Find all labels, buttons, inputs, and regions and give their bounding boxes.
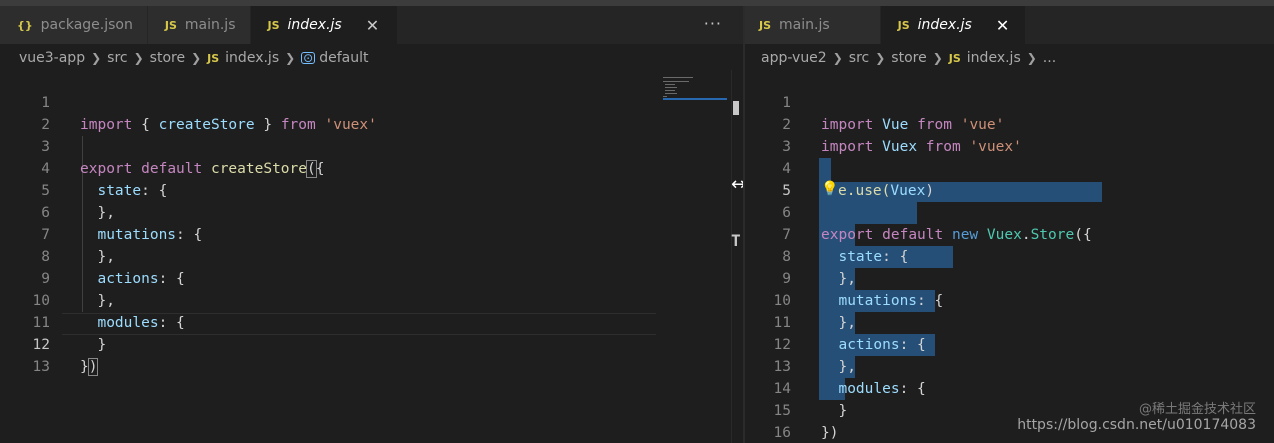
tab-label: index.js bbox=[917, 17, 972, 33]
watermark-cn: @稀土掘金技术社区 bbox=[1138, 402, 1256, 417]
tab-label: index.js bbox=[287, 17, 342, 33]
code-line: 2 bbox=[0, 92, 744, 133]
code-editor-right[interactable]: 1 import Vue from 'vue' 2 import Vuex fr… bbox=[745, 70, 1274, 443]
chevron-right-icon: ❯ bbox=[133, 51, 144, 65]
js-file-icon: JS bbox=[897, 18, 910, 32]
minimap[interactable] bbox=[663, 76, 727, 100]
code-line: 8 actions: { bbox=[0, 224, 744, 287]
breadcrumb-item[interactable]: app-vue2 bbox=[761, 50, 827, 66]
chevron-right-icon: ❯ bbox=[1026, 51, 1037, 65]
code-line: 13 modules: { bbox=[745, 334, 1274, 397]
close-icon[interactable]: ✕ bbox=[366, 16, 379, 35]
code-line: 12 }) bbox=[0, 312, 744, 376]
breadcrumb-item[interactable]: index.js bbox=[225, 50, 279, 66]
breadcrumb-item[interactable]: index.js bbox=[967, 50, 1021, 66]
tab-label: main.js bbox=[779, 17, 830, 33]
chevron-right-icon: ❯ bbox=[91, 51, 102, 65]
tab-label: package.json bbox=[40, 17, 133, 33]
code-line: 2 import Vuex from 'vuex' bbox=[745, 92, 1274, 155]
breadcrumb-item[interactable]: default bbox=[319, 50, 368, 66]
code-line: 1 import Vue from 'vue' bbox=[745, 70, 1274, 133]
tab-bar-left: {} package.json JS main.js JS index.js ✕… bbox=[0, 6, 744, 44]
code-line: 7 }, bbox=[0, 202, 744, 265]
breadcrumb-item[interactable]: store bbox=[891, 50, 926, 66]
code-line: 10 modules: { bbox=[0, 268, 744, 331]
editor-group-right: JS main.js JS index.js ✕ app-vue2 ❯ src … bbox=[745, 6, 1274, 443]
breadcrumb-item[interactable]: ... bbox=[1043, 50, 1056, 66]
code-line: 5 bbox=[745, 158, 1274, 199]
code-line: 11 } bbox=[0, 290, 744, 353]
js-file-icon: JS bbox=[759, 18, 772, 32]
code-line: 4 💡 e.use(Vuex) bbox=[745, 136, 1274, 199]
close-icon[interactable]: ✕ bbox=[996, 16, 1009, 35]
js-file-icon: JS bbox=[164, 18, 177, 32]
text-cursor-icon: T bbox=[731, 231, 741, 250]
scrollbar-thumb[interactable] bbox=[733, 101, 739, 115]
code-editor-left[interactable]: 1 import { createStore } from 'vuex' 2 3… bbox=[0, 70, 744, 443]
symbol-icon: ⊙ bbox=[301, 51, 316, 65]
code-line: 3 export default createStore({ bbox=[0, 114, 744, 178]
tab-main-js[interactable]: JS main.js bbox=[147, 6, 251, 44]
code-line: 15 }) bbox=[745, 378, 1274, 441]
tab-label: main.js bbox=[184, 17, 236, 33]
chevron-right-icon: ❯ bbox=[932, 51, 943, 65]
breadcrumb: app-vue2 ❯ src ❯ store ❯ JS index.js ❯ .… bbox=[745, 46, 1274, 70]
more-actions-icon[interactable]: ··· bbox=[704, 14, 722, 33]
tab-bar-right: JS main.js JS index.js ✕ bbox=[745, 6, 1274, 44]
chevron-right-icon: ❯ bbox=[832, 51, 843, 65]
token: } bbox=[80, 359, 89, 375]
code-line: 12 }, bbox=[745, 312, 1274, 375]
js-file-icon: JS bbox=[207, 51, 220, 65]
breadcrumb: vue3-app ❯ src ❯ store ❯ JS index.js ❯ ⊙… bbox=[0, 46, 744, 70]
code-line: 11 actions: { bbox=[745, 290, 1274, 353]
code-line: 8 }, bbox=[745, 224, 1274, 287]
token: }) bbox=[821, 425, 839, 441]
line-number: 16 bbox=[773, 425, 791, 441]
code-line: 13 bbox=[0, 334, 744, 375]
tab-main-js[interactable]: JS main.js bbox=[745, 6, 881, 44]
code-line: 6 mutations: { bbox=[0, 180, 744, 243]
code-line: 7 state: { bbox=[745, 202, 1274, 265]
breadcrumb-item[interactable]: store bbox=[150, 50, 185, 66]
js-file-icon: JS bbox=[267, 18, 280, 32]
chevron-right-icon: ❯ bbox=[875, 51, 886, 65]
code-line: 9 }, bbox=[0, 246, 744, 309]
tab-package-json[interactable]: {} package.json bbox=[0, 6, 148, 44]
json-file-icon: {} bbox=[17, 18, 33, 32]
code-line: 10 }, bbox=[745, 268, 1274, 331]
editor-group-left: {} package.json JS main.js JS index.js ✕… bbox=[0, 6, 744, 443]
breadcrumb-item[interactable]: src bbox=[107, 50, 127, 66]
code-line: 4 state: { bbox=[0, 136, 744, 199]
line-number: 13 bbox=[32, 359, 50, 375]
minimap-viewport[interactable] bbox=[663, 98, 727, 100]
breadcrumb-item[interactable]: src bbox=[849, 50, 869, 66]
chevron-right-icon: ❯ bbox=[191, 51, 202, 65]
code-line: 9 mutations: { bbox=[745, 246, 1274, 309]
chevron-right-icon: ❯ bbox=[285, 51, 296, 65]
code-line: 5 }, bbox=[0, 158, 744, 221]
breadcrumb-item[interactable]: vue3-app bbox=[19, 50, 85, 66]
js-file-icon: JS bbox=[948, 51, 961, 65]
watermark-url: https://blog.csdn.net/u010174083 bbox=[1017, 417, 1256, 433]
code-line: 14 } bbox=[745, 356, 1274, 419]
token: ) bbox=[87, 358, 99, 376]
tab-index-js[interactable]: JS index.js ✕ bbox=[880, 6, 1027, 44]
code-line: 6 export default new Vuex.Store({ bbox=[745, 180, 1274, 243]
tab-index-js[interactable]: JS index.js ✕ bbox=[250, 6, 399, 44]
watermark: @稀土掘金技术社区 https://blog.csdn.net/u01017408… bbox=[1017, 402, 1256, 433]
code-line: 1 import { createStore } from 'vuex' bbox=[0, 70, 744, 133]
code-line: 3 bbox=[745, 114, 1274, 155]
